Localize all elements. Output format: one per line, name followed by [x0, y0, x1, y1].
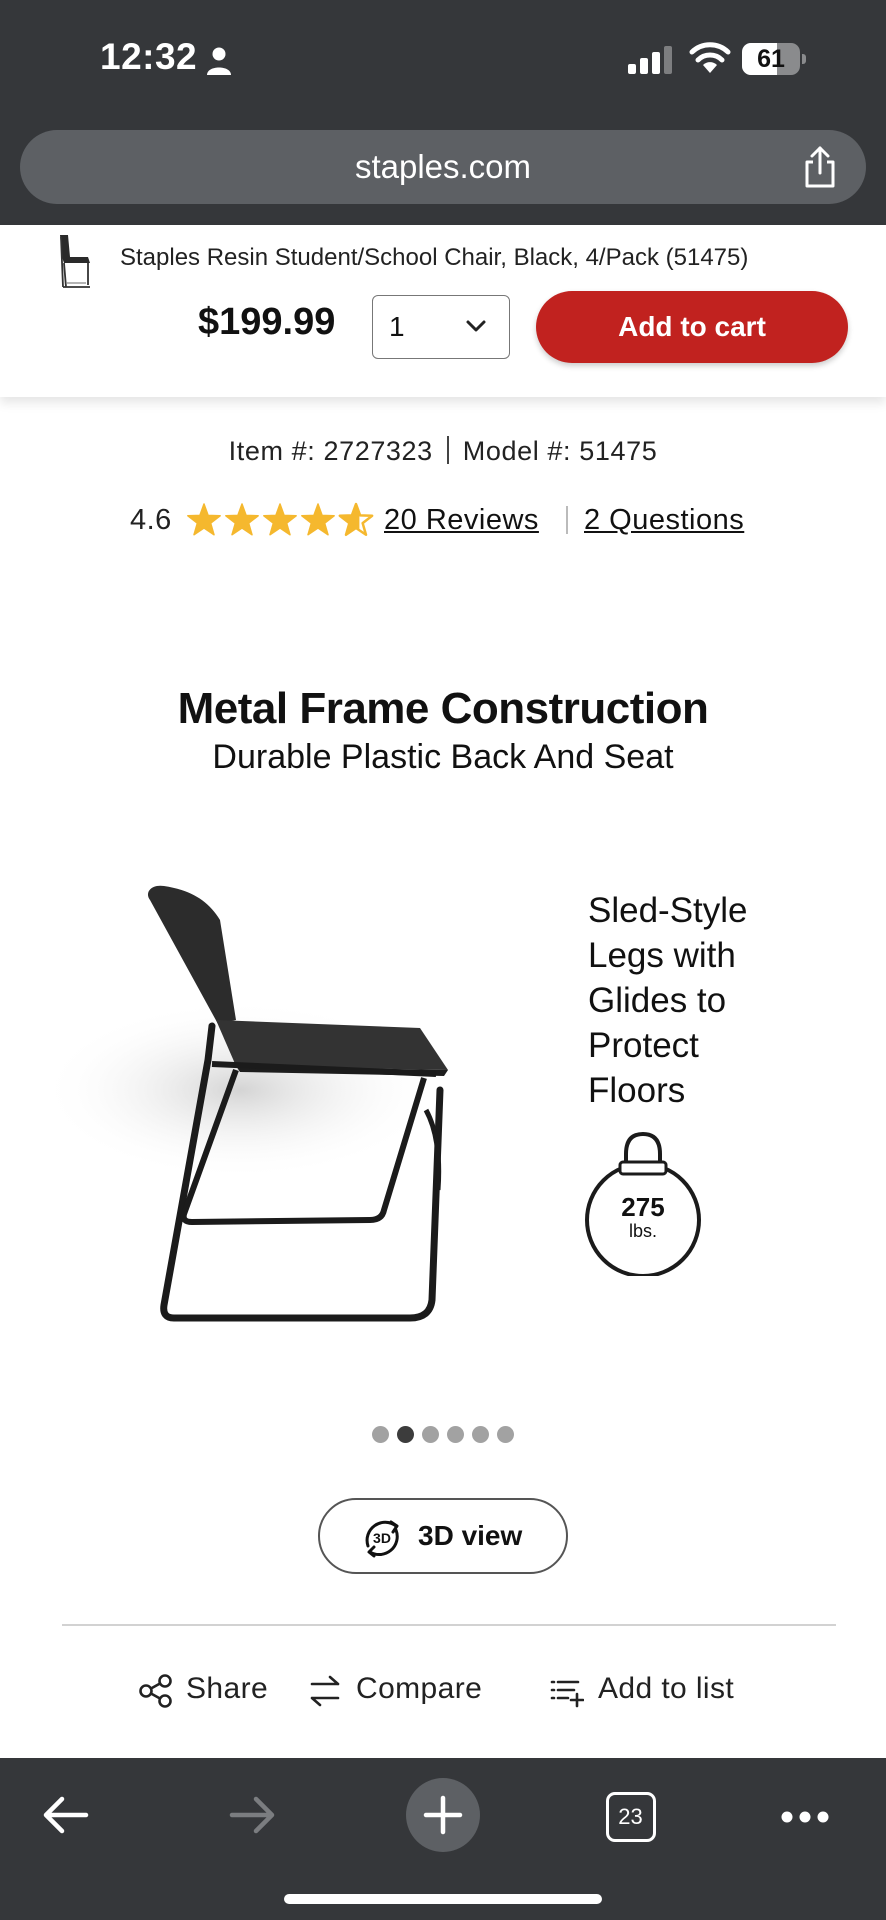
rating-row: 4.6 20 Reviews 2 Questions	[130, 498, 810, 542]
quantity-select[interactable]: 1	[372, 295, 510, 359]
carousel-dot[interactable]	[372, 1426, 389, 1443]
quantity-value: 1	[389, 311, 405, 342]
product-image[interactable]: Metal Frame Construction Durable Plastic…	[40, 640, 846, 1360]
divider	[566, 506, 568, 534]
3d-view-button[interactable]: 3D 3D view	[318, 1498, 568, 1574]
tabs-icon[interactable]: 23	[606, 1792, 656, 1842]
status-time: 12:32	[100, 36, 198, 77]
section-divider	[62, 1624, 836, 1626]
carousel-dots	[0, 1426, 886, 1446]
new-tab-button[interactable]	[406, 1778, 480, 1852]
battery-icon: 61	[742, 43, 806, 75]
3d-view-label: 3D view	[418, 1520, 523, 1551]
image-headline: Metal Frame Construction	[177, 684, 709, 733]
chevron-down-icon	[466, 320, 486, 332]
add-to-list-icon	[550, 1680, 584, 1708]
forward-arrow-icon[interactable]	[228, 1794, 278, 1836]
share-icon	[139, 1674, 172, 1708]
share-icon[interactable]	[802, 145, 838, 189]
star-rating[interactable]	[186, 500, 376, 540]
share-label: Share	[186, 1672, 269, 1705]
carousel-dot[interactable]	[472, 1426, 489, 1443]
product-title: Staples Resin Student/School Chair, Blac…	[120, 244, 749, 271]
add-to-cart-button[interactable]: Add to cart	[536, 291, 848, 363]
questions-link[interactable]: 2 Questions	[584, 504, 744, 537]
tab-count: 23	[618, 1804, 643, 1829]
side-line: Floors	[588, 1071, 686, 1110]
battery-percent: 61	[757, 45, 785, 73]
side-line: Sled-Style	[588, 891, 748, 930]
url-text[interactable]: staples.com	[20, 130, 866, 204]
cellular-signal-icon	[628, 46, 672, 74]
divider	[446, 436, 449, 464]
browser-top-chrome: 12:32 61 staples.com	[0, 0, 886, 225]
chair-illustration	[40, 885, 448, 1322]
carousel-dot[interactable]	[422, 1426, 439, 1443]
rating-value: 4.6	[130, 504, 172, 536]
address-bar[interactable]: staples.com	[20, 130, 866, 204]
weight-capacity-unit: lbs.	[628, 1221, 657, 1241]
item-model-info: Item #: 2727323 Model #: 51475	[0, 436, 886, 467]
side-line: Protect	[588, 1026, 699, 1065]
model-number: Model #: 51475	[462, 436, 658, 466]
browser-bottom-toolbar: 23	[0, 1758, 886, 1920]
product-thumbnail[interactable]	[48, 231, 96, 291]
star-icon	[301, 503, 335, 536]
product-price: $199.99	[198, 301, 336, 343]
more-icon[interactable]	[780, 1810, 830, 1824]
carousel-dot[interactable]	[447, 1426, 464, 1443]
person-icon	[207, 47, 231, 75]
star-icon	[225, 503, 259, 536]
side-line: Legs with	[588, 936, 736, 975]
image-side-text: Sled-Style Legs with Glides to Protect F…	[588, 888, 818, 1113]
3d-rotate-icon: 3D	[365, 1520, 399, 1558]
plus-icon	[423, 1795, 463, 1835]
weight-capacity-value: 275	[621, 1192, 665, 1222]
star-icon	[187, 503, 221, 536]
wifi-icon	[689, 42, 731, 73]
reviews-link[interactable]: 20 Reviews	[384, 504, 539, 537]
star-icon	[263, 503, 297, 536]
carousel-dot[interactable]	[397, 1426, 414, 1443]
carousel-dot[interactable]	[497, 1426, 514, 1443]
compare-arrows-icon	[310, 1675, 340, 1707]
3d-icon-text: 3D	[373, 1530, 391, 1546]
compare-label: Compare	[356, 1672, 483, 1705]
add-to-list-label: Add to list	[598, 1672, 735, 1705]
sticky-product-header: Staples Resin Student/School Chair, Blac…	[0, 225, 886, 397]
home-indicator	[284, 1894, 602, 1904]
back-arrow-icon[interactable]	[40, 1794, 90, 1836]
item-number: Item #: 2727323	[228, 436, 433, 466]
side-line: Glides to	[588, 981, 727, 1020]
star-icon	[338, 502, 374, 536]
